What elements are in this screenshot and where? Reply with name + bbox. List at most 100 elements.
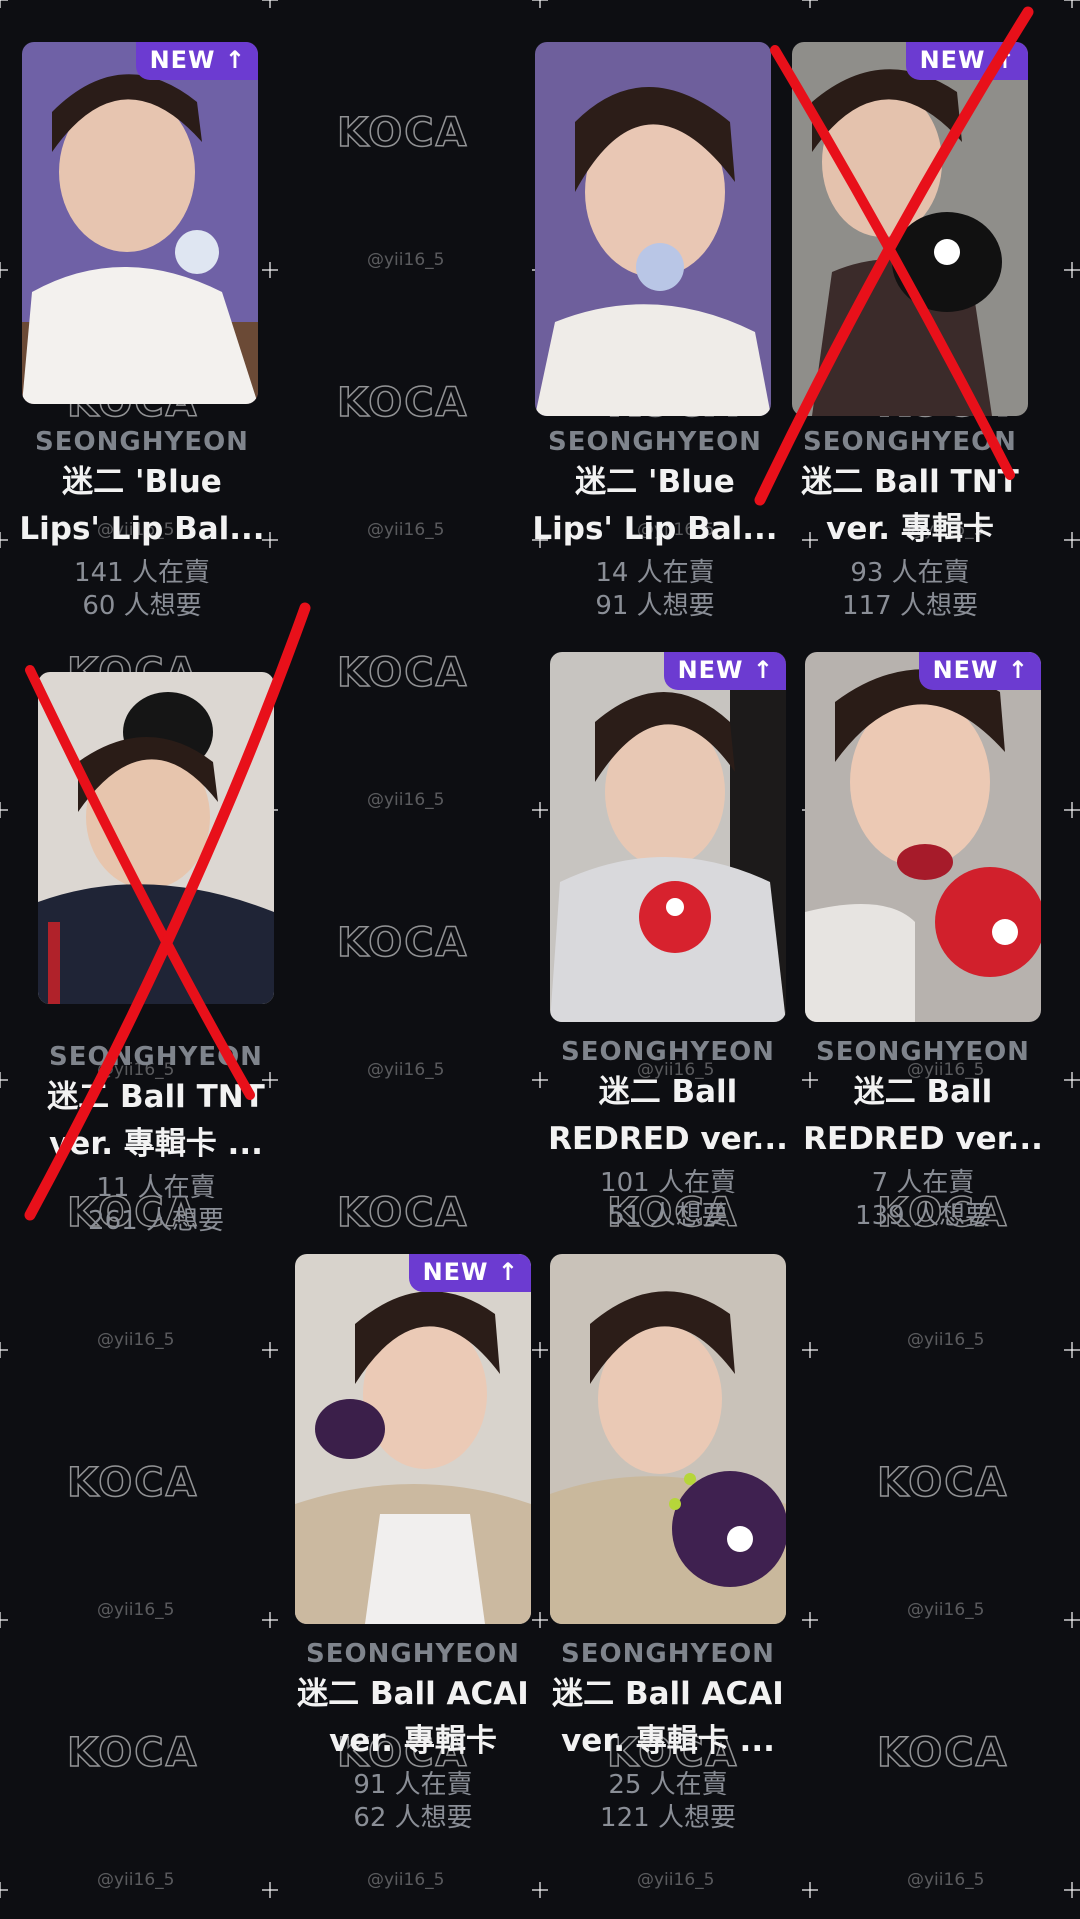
photocard-image (38, 672, 274, 1004)
watermark-star-icon (802, 1882, 818, 1898)
watermark-logo: KOCA (336, 919, 469, 967)
card-meta: SEONGHYEON 迷二 Ball TNT ver. 專輯卡 ... 11 人… (26, 1042, 286, 1238)
card-meta: SEONGHYEON 迷二 Ball ACAI ver. 專輯卡 ... 25 … (538, 1639, 798, 1835)
card-title-line2: Lips' Lip Bal... (19, 511, 265, 547)
card-meta: SEONGHYEON 迷二 Ball REDRED ver... 7 人在賣 1… (793, 1037, 1053, 1233)
watermark-handle: @yii16_5 (367, 520, 445, 540)
watermark-star-icon (1064, 1072, 1080, 1088)
watermark-star-icon (0, 1072, 8, 1088)
card-meta: SEONGHYEON 迷二 'Blue Lips' Lip Bal... 141… (12, 427, 272, 623)
new-badge: NEW ↑ (663, 652, 786, 690)
photocard-image: NEW ↑ (792, 42, 1028, 416)
watermark-star-icon (1064, 1342, 1080, 1358)
watermark-handle: @yii16_5 (367, 250, 445, 270)
photocard-image: NEW ↑ (22, 42, 258, 404)
member-name: SEONGHYEON (561, 1639, 775, 1669)
watermark-handle: @yii16_5 (907, 1870, 985, 1890)
selling-count: 141 人在賣 (74, 558, 210, 588)
watermark-logo: KOCA (336, 379, 469, 427)
watermark-star-icon (532, 802, 548, 818)
card-title-line2: Lips' Lip Bal... (532, 511, 778, 547)
watermark-star-icon (0, 802, 8, 818)
watermark-star-icon (1064, 802, 1080, 818)
photocard-image: NEW ↑ (805, 652, 1041, 1022)
watermark-star-icon (0, 262, 8, 278)
watermark-star-icon (262, 1882, 278, 1898)
watermark-handle: @yii16_5 (367, 790, 445, 810)
wanting-count: 60 人想要 (82, 591, 202, 621)
new-badge: NEW ↑ (408, 1254, 531, 1292)
watermark-star-icon (0, 0, 8, 8)
card-title-line1: 迷二 Ball (853, 1074, 993, 1110)
member-name: SEONGHYEON (548, 427, 762, 457)
wanting-count: 91 人想要 (595, 591, 715, 621)
card-title-line1: 迷二 Ball ACAI (552, 1676, 784, 1712)
photocard-image: NEW ↑ (550, 652, 786, 1022)
card-meta: SEONGHYEON 迷二 Ball REDRED ver... 101 人在賣… (538, 1037, 798, 1233)
wanting-count: 62 人想要 (353, 1803, 473, 1833)
new-badge: NEW ↑ (905, 42, 1028, 80)
card-title-line2: REDRED ver... (803, 1121, 1043, 1157)
member-name: SEONGHYEON (49, 1042, 263, 1072)
watermark-star-icon (802, 1342, 818, 1358)
selling-count: 93 人在賣 (850, 558, 970, 588)
watermark-logo: KOCA (336, 1189, 469, 1237)
watermark-star-icon (0, 1882, 8, 1898)
member-name: SEONGHYEON (816, 1037, 1030, 1067)
selling-count: 11 人在賣 (96, 1173, 216, 1203)
new-badge: NEW ↑ (135, 42, 258, 80)
card-meta: SEONGHYEON 迷二 Ball ACAI ver. 專輯卡 91 人在賣 … (283, 1639, 543, 1835)
selling-count: 14 人在賣 (595, 558, 715, 588)
member-name: SEONGHYEON (306, 1639, 520, 1669)
selling-count: 91 人在賣 (353, 1770, 473, 1800)
watermark-handle: @yii16_5 (637, 1870, 715, 1890)
watermark-logo: KOCA (336, 109, 469, 157)
card-title-line2: REDRED ver... (548, 1121, 788, 1157)
photocard-image (550, 1254, 786, 1624)
selling-count: 25 人在賣 (608, 1770, 728, 1800)
watermark-star-icon (532, 1342, 548, 1358)
member-name: SEONGHYEON (35, 427, 249, 457)
watermark-logo: KOCA (876, 1729, 1009, 1777)
watermark-handle: @yii16_5 (97, 1870, 175, 1890)
member-name: SEONGHYEON (561, 1037, 775, 1067)
watermark-star-icon (0, 1342, 8, 1358)
watermark-handle: @yii16_5 (367, 1870, 445, 1890)
wanting-count: 121 人想要 (600, 1803, 736, 1833)
watermark-star-icon (262, 1342, 278, 1358)
card-title-line1: 迷二 'Blue (62, 464, 222, 500)
watermark-handle: @yii16_5 (907, 1330, 985, 1350)
new-badge: NEW ↑ (918, 652, 1041, 690)
card-title-line2: ver. 專輯卡 (826, 511, 994, 547)
card-title-line2: ver. 專輯卡 ... (49, 1126, 263, 1162)
card-title-line2: ver. 專輯卡 ... (561, 1723, 775, 1759)
card-title-line1: 迷二 'Blue (575, 464, 735, 500)
watermark-handle: @yii16_5 (367, 1060, 445, 1080)
photocard-image: NEW ↑ (295, 1254, 531, 1624)
watermark-star-icon (802, 0, 818, 8)
watermark-logo: KOCA (66, 1729, 199, 1777)
card-meta: SEONGHYEON 迷二 Ball TNT ver. 專輯卡 93 人在賣 1… (780, 427, 1040, 623)
watermark-logo: KOCA (66, 1459, 199, 1507)
watermark-logo: KOCA (876, 1459, 1009, 1507)
card-title-line1: 迷二 Ball TNT (801, 464, 1019, 500)
wanting-count: 117 人想要 (842, 591, 978, 621)
selling-count: 7 人在賣 (871, 1168, 975, 1198)
wanting-count: 261 人想要 (88, 1206, 224, 1236)
watermark-handle: @yii16_5 (97, 1600, 175, 1620)
watermark-star-icon (262, 1612, 278, 1628)
card-title-line1: 迷二 Ball (598, 1074, 738, 1110)
watermark-star-icon (802, 1612, 818, 1628)
watermark-star-icon (1064, 532, 1080, 548)
watermark-star-icon (532, 0, 548, 8)
card-title-line2: ver. 專輯卡 (329, 1723, 497, 1759)
watermark-star-icon (1064, 1882, 1080, 1898)
watermark-star-icon (532, 1882, 548, 1898)
watermark-handle: @yii16_5 (907, 1600, 985, 1620)
card-title-line1: 迷二 Ball ACAI (297, 1676, 529, 1712)
watermark-star-icon (1064, 262, 1080, 278)
watermark-logo: KOCA (336, 649, 469, 697)
selling-count: 101 人在賣 (600, 1168, 736, 1198)
watermark-star-icon (532, 1612, 548, 1628)
watermark-star-icon (1064, 0, 1080, 8)
